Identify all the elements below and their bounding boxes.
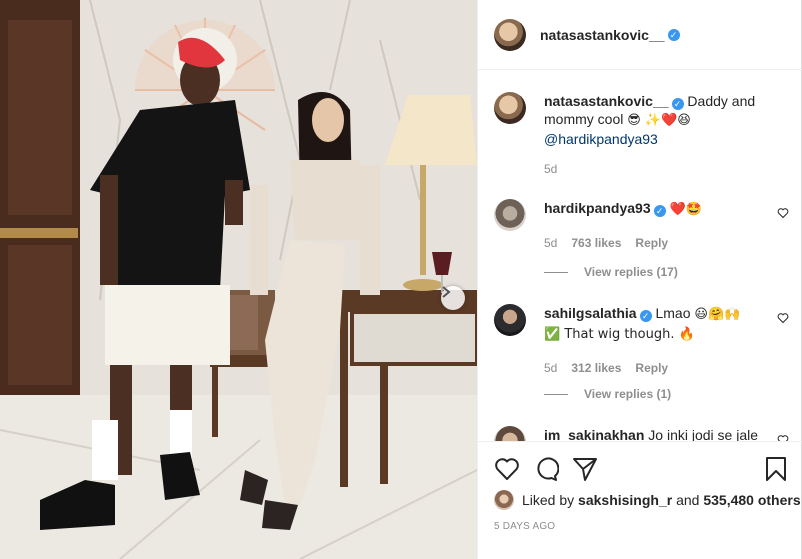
post-sidebar: natasastankovic__ ✓ natasastankovic__ ✓ D…: [477, 0, 802, 559]
verified-badge-icon: ✓: [671, 98, 684, 110]
caption-meta: 5d: [544, 160, 772, 178]
view-replies-label: View replies (17): [584, 265, 678, 279]
view-replies-label: View replies (1): [584, 387, 672, 401]
view-replies-button[interactable]: View replies (17): [544, 265, 678, 279]
comment-emojis: 😃🤗🙌: [694, 307, 741, 322]
replies-divider: [544, 271, 568, 273]
comment-avatar[interactable]: [494, 199, 526, 231]
liked-by-prefix: Liked by: [522, 492, 575, 508]
verified-badge-icon: ✓: [639, 310, 652, 322]
comment-text: Lmao: [655, 305, 691, 321]
action-icons: [494, 456, 789, 482]
comment-username[interactable]: hardikpandya93: [544, 200, 651, 216]
comment-text-line2: ✅ That wig though. 🔥: [544, 327, 695, 342]
verified-badge-icon: ✓: [667, 28, 680, 41]
heart-icon[interactable]: [494, 456, 520, 482]
comment-username[interactable]: sahilgsalathia: [544, 305, 637, 321]
author-username[interactable]: natasastankovic__: [540, 27, 665, 43]
comment-meta: 5d 312 likes Reply: [544, 359, 772, 377]
comment-time[interactable]: 5d: [544, 359, 557, 377]
replies-divider: [544, 393, 568, 395]
post-timestamp[interactable]: 5 DAYS AGO: [494, 521, 555, 532]
comment-body: hardikpandya93 ✓ ❤️🤩 5d 763 likes Reply: [544, 199, 772, 252]
comment-username[interactable]: im_sakinakhan: [544, 427, 644, 441]
post-actions: Liked by sakshisingh_r and 535,480 other…: [478, 441, 802, 532]
liked-by-and: and: [676, 492, 700, 508]
caption-emojis: 😎 ✨❤️😆: [627, 113, 691, 128]
comment-row: im_sakinakhan Jo inki jodi se jale: [494, 426, 789, 441]
comment-row: sahilgsalathia ✓ Lmao 😃🤗🙌 ✅ That wig thou…: [494, 304, 789, 377]
caption: natasastankovic__ ✓ Daddy and mommy cool …: [494, 92, 789, 178]
next-photo-button[interactable]: [441, 286, 465, 310]
reply-button[interactable]: Reply: [635, 234, 668, 252]
reply-button[interactable]: Reply: [635, 359, 668, 377]
verified-badge-icon: ✓: [653, 205, 666, 217]
photo-illustration: [0, 0, 477, 559]
liked-by-text: Liked by sakshisingh_r and 535,480 other…: [522, 492, 801, 508]
comment-meta: 5d 763 likes Reply: [544, 234, 772, 252]
caption-avatar[interactable]: [494, 92, 526, 124]
share-icon[interactable]: [572, 456, 598, 482]
comment-likes[interactable]: 763 likes: [571, 234, 621, 252]
author-avatar[interactable]: [494, 18, 526, 51]
comment-like-heart-icon[interactable]: [777, 207, 789, 219]
caption-mention[interactable]: @hardikpandya93: [544, 131, 658, 147]
post-photo[interactable]: [0, 0, 477, 559]
comment-time[interactable]: 5d: [544, 234, 557, 252]
post-header: natasastankovic__ ✓: [478, 0, 802, 70]
comments-list[interactable]: natasastankovic__ ✓ Daddy and mommy cool …: [478, 71, 802, 441]
comment-row: hardikpandya93 ✓ ❤️🤩 5d 763 likes Reply: [494, 199, 789, 252]
comment-body: im_sakinakhan Jo inki jodi se jale: [544, 426, 772, 441]
caption-body: natasastankovic__ ✓ Daddy and mommy cool …: [544, 92, 772, 178]
comment-text: Jo inki jodi se jale: [648, 427, 759, 441]
comment-avatar[interactable]: [494, 304, 526, 336]
caption-time[interactable]: 5d: [544, 160, 557, 178]
liked-by-user[interactable]: sakshisingh_r: [578, 492, 672, 508]
comment-likes[interactable]: 312 likes: [571, 359, 621, 377]
instagram-post: natasastankovic__ ✓ natasastankovic__ ✓ D…: [0, 0, 802, 559]
comment-avatar[interactable]: [494, 426, 526, 441]
view-replies-button[interactable]: View replies (1): [544, 387, 671, 401]
comment-icon[interactable]: [533, 456, 559, 482]
comment-like-heart-icon[interactable]: [777, 312, 789, 324]
comment-body: sahilgsalathia ✓ Lmao 😃🤗🙌 ✅ That wig thou…: [544, 304, 772, 377]
liker-avatar[interactable]: [494, 490, 514, 510]
caption-username[interactable]: natasastankovic__: [544, 93, 669, 109]
comment-like-heart-icon[interactable]: [777, 434, 789, 441]
comment-emojis: ❤️🤩: [669, 202, 702, 217]
bookmark-icon[interactable]: [763, 456, 789, 482]
chevron-right-icon: [442, 286, 451, 298]
liked-by: Liked by sakshisingh_r and 535,480 other…: [494, 490, 801, 510]
liked-by-others[interactable]: 535,480 others: [703, 492, 800, 508]
